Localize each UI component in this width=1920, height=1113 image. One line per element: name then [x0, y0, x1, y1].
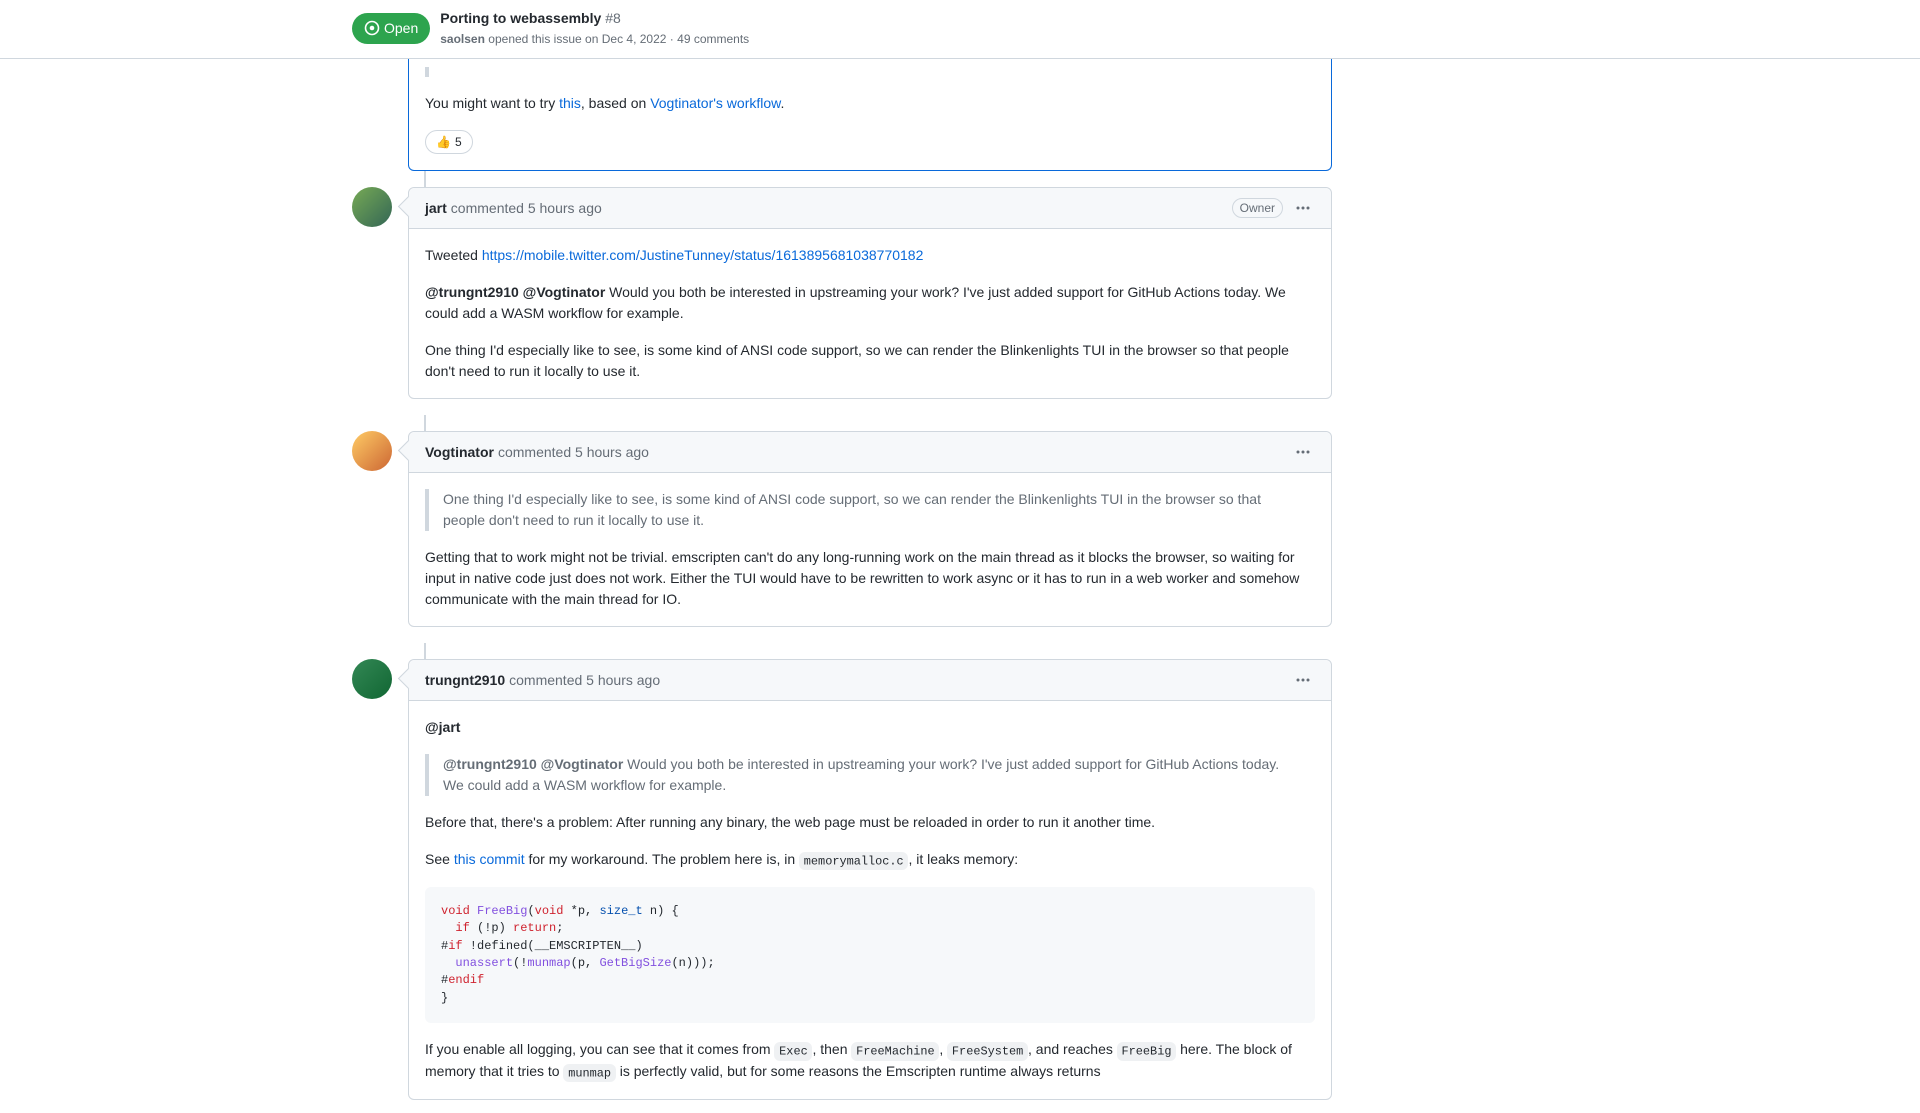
- issue-number: #8: [605, 10, 621, 26]
- link-workflow[interactable]: Vogtinator's workflow: [650, 95, 780, 111]
- comment-author[interactable]: jart: [425, 198, 447, 219]
- comments-count: 49 comments: [677, 32, 749, 46]
- avatar[interactable]: [352, 187, 392, 227]
- highlighted-comment: You might want to try this, based on Vog…: [408, 59, 1332, 171]
- comment: Vogtinator commented 5 hours ago One thi…: [352, 431, 1332, 627]
- comment-author[interactable]: trungnt2910: [425, 670, 505, 691]
- comment: jart commented 5 hours ago Owner Tweeted…: [352, 187, 1332, 399]
- kebab-icon: [1295, 672, 1311, 688]
- comment-menu-button[interactable]: [1291, 440, 1315, 464]
- reaction-thumbs-up[interactable]: 👍 5: [425, 130, 473, 154]
- issue-title[interactable]: Porting to webassembly: [440, 10, 601, 26]
- sticky-header: Open Porting to webassembly #8 saolsen o…: [0, 0, 1920, 59]
- issue-state-label: Open: [384, 18, 418, 39]
- quote-block: @trungnt2910 @Vogtinator Would you both …: [425, 754, 1315, 796]
- comment-menu-button[interactable]: [1291, 668, 1315, 692]
- comment-timestamp[interactable]: 5 hours ago: [528, 198, 602, 219]
- code-block: void FreeBig(void *p, size_t n) { if (!p…: [425, 887, 1315, 1023]
- thumbs-up-icon: 👍: [436, 133, 451, 151]
- avatar[interactable]: [352, 431, 392, 471]
- comment-menu-button[interactable]: [1291, 196, 1315, 220]
- avatar[interactable]: [352, 659, 392, 699]
- issue-state-badge: Open: [352, 13, 430, 44]
- mention[interactable]: @trungnt2910: [425, 284, 519, 300]
- inline-code: memorymalloc.c: [799, 852, 908, 871]
- timeline-connector: [424, 415, 426, 431]
- mention[interactable]: @jart: [425, 719, 460, 735]
- reaction-count: 5: [455, 133, 462, 151]
- comment-timestamp[interactable]: 5 hours ago: [575, 442, 649, 463]
- comment: trungnt2910 commented 5 hours ago @jart …: [352, 659, 1332, 1100]
- issue-title-row: Porting to webassembly #8: [440, 8, 1568, 29]
- kebab-icon: [1295, 444, 1311, 460]
- commit-link[interactable]: this commit: [454, 851, 525, 867]
- owner-badge: Owner: [1232, 198, 1283, 218]
- issue-open-icon: [364, 20, 380, 36]
- mention[interactable]: @Vogtinator: [523, 284, 606, 300]
- issue-meta: saolsen opened this issue on Dec 4, 2022…: [440, 30, 1568, 48]
- kebab-icon: [1295, 200, 1311, 216]
- comment-author[interactable]: Vogtinator: [425, 442, 494, 463]
- issue-author[interactable]: saolsen: [440, 32, 485, 46]
- quote-block: [425, 67, 1315, 77]
- timeline-connector: [424, 171, 426, 187]
- comment-timestamp[interactable]: 5 hours ago: [586, 670, 660, 691]
- link-this[interactable]: this: [559, 95, 581, 111]
- quote-block: One thing I'd especially like to see, is…: [425, 489, 1315, 531]
- tweet-link[interactable]: https://mobile.twitter.com/JustineTunney…: [482, 247, 924, 263]
- timeline-connector: [424, 643, 426, 659]
